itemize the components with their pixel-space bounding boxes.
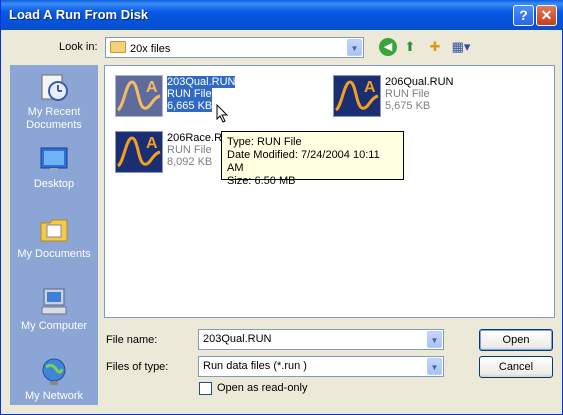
place-label: My Network bbox=[24, 390, 84, 402]
run-file-thumbnail-icon: A bbox=[115, 131, 163, 173]
load-run-dialog: Load A Run From Disk ? ✕ Look in: 20x fi… bbox=[0, 0, 563, 415]
back-arrow-icon[interactable]: ◀ bbox=[379, 38, 397, 56]
file-item[interactable]: A 206Qual.RUN RUN File 5,675 KB bbox=[327, 70, 537, 122]
tooltip-type: Type: RUN File bbox=[227, 136, 302, 148]
my-network-icon bbox=[38, 357, 70, 387]
file-name: 203Qual.RUN bbox=[167, 76, 236, 88]
place-my-network[interactable]: My Network bbox=[10, 357, 98, 403]
place-label: Desktop bbox=[33, 178, 75, 190]
file-name-field[interactable]: 203Qual.RUN ▼ bbox=[198, 329, 444, 350]
read-only-label[interactable]: Open as read-only bbox=[217, 382, 308, 394]
chevron-down-icon[interactable]: ▼ bbox=[427, 331, 442, 348]
file-size: 8,092 KB bbox=[167, 156, 213, 168]
place-desktop[interactable]: Desktop bbox=[10, 145, 98, 191]
files-of-type-dropdown[interactable]: Run data files (*.run ) ▼ bbox=[198, 356, 444, 377]
file-name-value: 203Qual.RUN bbox=[203, 333, 272, 345]
place-label-line2: Documents bbox=[26, 119, 82, 131]
file-list[interactable]: A 203Qual.RUN RUN File 6,665 KB A 206Qua… bbox=[104, 65, 555, 318]
run-file-thumbnail-icon: A bbox=[333, 75, 381, 117]
desktop-icon bbox=[38, 145, 70, 175]
chevron-down-icon[interactable]: ▼ bbox=[427, 358, 442, 375]
place-my-recent-documents[interactable]: My Recent Documents bbox=[10, 73, 98, 132]
up-folder-icon[interactable]: ⬆ bbox=[401, 38, 419, 56]
title-bar[interactable]: Load A Run From Disk ? ✕ bbox=[1, 0, 563, 30]
file-type: RUN File bbox=[167, 144, 212, 156]
mouse-cursor-icon bbox=[216, 104, 229, 123]
close-button[interactable]: ✕ bbox=[536, 5, 557, 26]
file-tooltip: Type: RUN File Date Modified: 7/24/2004 … bbox=[221, 131, 404, 187]
file-size: 6,665 KB bbox=[167, 100, 213, 112]
cancel-button[interactable]: Cancel bbox=[479, 356, 553, 378]
svg-text:A: A bbox=[146, 79, 158, 96]
folder-icon bbox=[110, 41, 126, 53]
place-label: My Documents bbox=[17, 248, 91, 260]
tooltip-size: Size: 6.50 MB bbox=[227, 175, 296, 187]
places-bar: My Recent Documents Desktop My Documents… bbox=[10, 65, 98, 405]
tooltip-date-modified: Date Modified: 7/24/2004 10:11 AM bbox=[227, 149, 380, 174]
my-documents-icon bbox=[38, 215, 70, 245]
file-name-label: File name: bbox=[106, 334, 158, 346]
new-folder-icon[interactable]: ✚ bbox=[426, 38, 444, 56]
place-label: My Recent bbox=[27, 106, 81, 118]
file-details: 206Qual.RUN RUN File 5,675 KB bbox=[385, 76, 453, 112]
window-title: Load A Run From Disk bbox=[9, 7, 149, 22]
files-of-type-label: Files of type: bbox=[106, 361, 169, 373]
run-file-thumbnail-icon: A bbox=[115, 75, 163, 117]
look-in-value-wrap: 20x files bbox=[110, 41, 170, 55]
open-button[interactable]: Open bbox=[479, 329, 553, 351]
svg-text:A: A bbox=[146, 135, 158, 152]
look-in-value: 20x files bbox=[130, 43, 171, 55]
file-name: 206Qual.RUN bbox=[385, 76, 454, 88]
help-button[interactable]: ? bbox=[513, 5, 534, 26]
file-item[interactable]: A 203Qual.RUN RUN File 6,665 KB bbox=[109, 70, 319, 122]
recent-documents-icon bbox=[38, 73, 70, 103]
files-of-type-value: Run data files (*.run ) bbox=[203, 360, 307, 372]
file-type: RUN File bbox=[385, 88, 430, 100]
place-my-computer[interactable]: My Computer bbox=[10, 287, 98, 333]
file-type: RUN File bbox=[167, 88, 212, 100]
place-label: My Computer bbox=[20, 320, 88, 332]
file-size: 5,675 KB bbox=[385, 100, 431, 112]
views-menu-icon[interactable]: ▦▾ bbox=[450, 38, 472, 56]
svg-text:A: A bbox=[364, 79, 376, 96]
place-my-documents[interactable]: My Documents bbox=[10, 215, 98, 261]
look-in-label: Look in: bbox=[59, 41, 98, 53]
my-computer-icon bbox=[38, 287, 70, 317]
look-in-dropdown[interactable]: 20x files ▼ bbox=[105, 37, 364, 58]
chevron-down-icon[interactable]: ▼ bbox=[347, 39, 362, 56]
read-only-checkbox[interactable] bbox=[199, 382, 212, 395]
